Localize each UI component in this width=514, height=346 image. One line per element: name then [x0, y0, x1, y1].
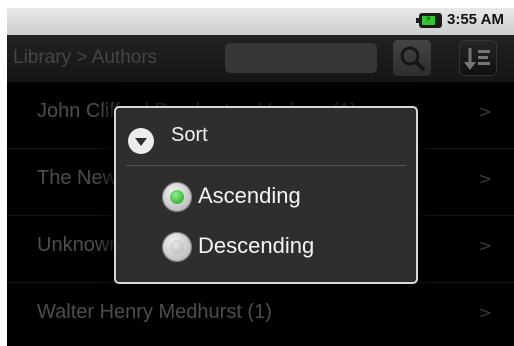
- sort-option-label: Descending: [198, 233, 315, 258]
- sort-option-ascending[interactable]: Ascending: [162, 178, 402, 218]
- dialog-divider: [126, 165, 406, 166]
- sort-option-descending[interactable]: Descending: [162, 228, 402, 268]
- status-time: 3:55 AM: [447, 11, 504, 28]
- status-bar: ⚡ 3:55 AM: [7, 8, 514, 35]
- chevron-down-circle-icon: [128, 128, 154, 154]
- radio-button-selected[interactable]: [162, 182, 192, 212]
- sort-dialog: Sort Ascending Descending: [114, 106, 418, 284]
- dialog-title: Sort: [171, 124, 208, 146]
- battery-charging-icon: ⚡: [416, 13, 442, 28]
- device-screen: ⚡ 3:55 AM Library > Authors John Cliffor…: [7, 8, 514, 346]
- sort-option-label: Ascending: [198, 183, 301, 208]
- radio-button-unselected[interactable]: [162, 232, 192, 262]
